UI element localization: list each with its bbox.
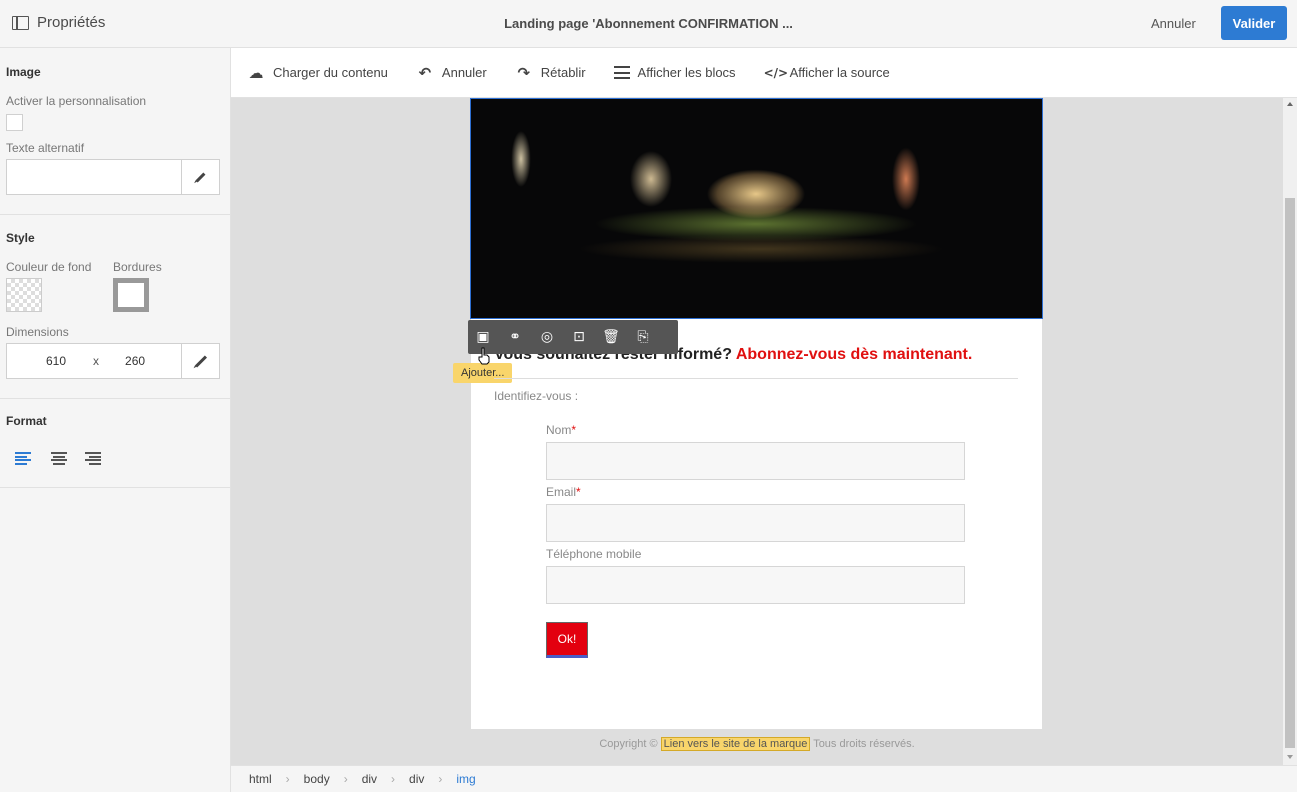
personalize-icon[interactable]: ◎: [538, 329, 556, 345]
mobile-label-text: Téléphone mobile: [546, 547, 642, 561]
required-marker: *: [571, 423, 577, 437]
align-center-icon[interactable]: [51, 452, 67, 465]
height-input[interactable]: 260: [125, 354, 145, 368]
bg-color-label: Couleur de fond: [6, 260, 92, 274]
breadcrumb-div[interactable]: div: [362, 772, 377, 786]
copyright-text: Copyright ©: [599, 738, 658, 750]
show-source-button[interactable]: </> Afficher la source: [764, 65, 890, 80]
properties-sidebar: Image Activer la personnalisation Texte …: [0, 48, 231, 792]
border-swatch[interactable]: [113, 278, 149, 312]
hand-cursor-icon: [478, 347, 490, 365]
email-field-label: Email*: [546, 485, 581, 499]
image-select-icon[interactable]: ⊡: [570, 329, 588, 345]
show-source-label: Afficher la source: [789, 65, 890, 80]
add-image-icon[interactable]: ▣: [474, 329, 492, 345]
breadcrumb-img[interactable]: img: [456, 772, 475, 786]
breadcrumb-div[interactable]: div: [409, 772, 424, 786]
link-icon[interactable]: ⚭: [506, 329, 524, 345]
editor-canvas: Vous souhaitez rester informé? Abonnez-v…: [231, 98, 1283, 765]
dimensions-row: 610 x 260: [6, 343, 220, 379]
image-section-title: Image: [6, 65, 41, 79]
page-title: Landing page 'Abonnement CONFIRMATION ..…: [504, 16, 793, 31]
dimensions-separator: x: [93, 354, 100, 368]
show-blocks-button[interactable]: Afficher les blocs: [613, 65, 736, 80]
email-input[interactable]: [546, 504, 965, 542]
style-section-title: Style: [6, 231, 35, 245]
name-input[interactable]: [546, 442, 965, 480]
mobile-field-label: Téléphone mobile: [546, 547, 641, 561]
top-header: Propriétés Landing page 'Abonnement CONF…: [0, 0, 1297, 48]
panel-icon: [12, 15, 29, 30]
undo-icon: ↶: [418, 63, 432, 82]
scroll-thumb[interactable]: [1285, 198, 1295, 748]
identify-label: Identifiez-vous :: [494, 389, 579, 403]
pencil-icon: [195, 172, 206, 182]
dimensions-label: Dimensions: [6, 325, 69, 339]
format-section: Format: [0, 399, 230, 488]
canvas-scrollbar[interactable]: [1283, 98, 1297, 765]
page-footer: Copyright © Lien vers le site de la marq…: [231, 737, 1283, 751]
blocks-icon: [613, 66, 630, 79]
breadcrumb-html[interactable]: html: [249, 772, 272, 786]
delete-icon[interactable]: 🗑: [602, 329, 620, 345]
heading-highlight: Abonnez-vous dès maintenant.: [735, 346, 973, 363]
rights-text: Tous droits réservés.: [813, 738, 915, 750]
alt-text-edit-button[interactable]: [181, 160, 219, 194]
chevron-right-icon: ›: [343, 772, 348, 786]
email-label-text: Email: [546, 485, 577, 499]
breadcrumb-body[interactable]: body: [304, 772, 330, 786]
dimensions-fields: 610 x 260: [7, 344, 181, 378]
width-input[interactable]: 610: [46, 354, 66, 368]
name-field-label: Nom*: [546, 423, 576, 437]
validate-button[interactable]: Valider: [1221, 6, 1287, 40]
code-icon: </>: [763, 65, 789, 80]
hero-image[interactable]: [470, 98, 1043, 319]
submit-button[interactable]: Ok!: [546, 622, 588, 658]
required-marker: *: [576, 485, 581, 499]
pencil-icon: [194, 354, 207, 368]
chevron-right-icon: ›: [391, 772, 396, 786]
panel-title: Propriétés: [37, 14, 106, 31]
alt-text-row: [6, 159, 220, 195]
borders-label: Bordures: [113, 260, 162, 274]
properties-panel-toggle[interactable]: Propriétés: [12, 14, 105, 31]
align-left-icon[interactable]: [15, 452, 31, 465]
load-content-label: Charger du contenu: [273, 65, 388, 80]
redo-icon: ↷: [517, 63, 531, 82]
editor-toolbar: ☁ Charger du contenu ↶ Annuler ↷ Rétabli…: [231, 48, 1297, 98]
show-blocks-label: Afficher les blocs: [637, 65, 736, 80]
redo-button[interactable]: ↷ Rétablir: [515, 63, 586, 82]
chevron-right-icon: ›: [438, 772, 443, 786]
bg-color-swatch[interactable]: [6, 278, 42, 312]
chevron-right-icon: ›: [285, 772, 290, 786]
redo-label: Rétablir: [540, 65, 586, 80]
personalization-checkbox[interactable]: [6, 114, 23, 131]
cloud-upload-icon: ☁: [248, 63, 264, 82]
alt-text-label: Texte alternatif: [6, 141, 85, 155]
image-context-toolbar: ▣ ⚭ ◎ ⊡ 🗑 ⎘: [468, 320, 678, 354]
undo-button[interactable]: ↶ Annuler: [416, 64, 487, 82]
add-tooltip: Ajouter...: [453, 363, 513, 383]
alt-text-input[interactable]: [7, 160, 181, 194]
heading-divider: [494, 378, 1018, 379]
image-section: Image Activer la personnalisation Texte …: [0, 48, 230, 215]
align-right-icon[interactable]: [85, 452, 101, 465]
scroll-up-icon[interactable]: [1287, 102, 1293, 106]
dimensions-edit-button[interactable]: [181, 344, 219, 378]
name-label-text: Nom: [546, 423, 572, 437]
cancel-button[interactable]: Annuler: [1151, 16, 1196, 31]
personalization-label: Activer la personnalisation: [6, 94, 147, 108]
brand-site-link[interactable]: Lien vers le site de la marque: [660, 737, 811, 751]
breadcrumb: html › body › div › div › img: [231, 765, 1297, 792]
load-content-button[interactable]: ☁ Charger du contenu: [247, 64, 388, 82]
undo-label: Annuler: [441, 65, 487, 80]
format-section-title: Format: [6, 414, 47, 428]
mobile-input[interactable]: [546, 566, 965, 604]
scroll-down-icon[interactable]: [1287, 755, 1293, 759]
duplicate-icon[interactable]: ⎘: [634, 329, 652, 345]
style-section: Style Couleur de fond Bordures Dimension…: [0, 215, 230, 399]
